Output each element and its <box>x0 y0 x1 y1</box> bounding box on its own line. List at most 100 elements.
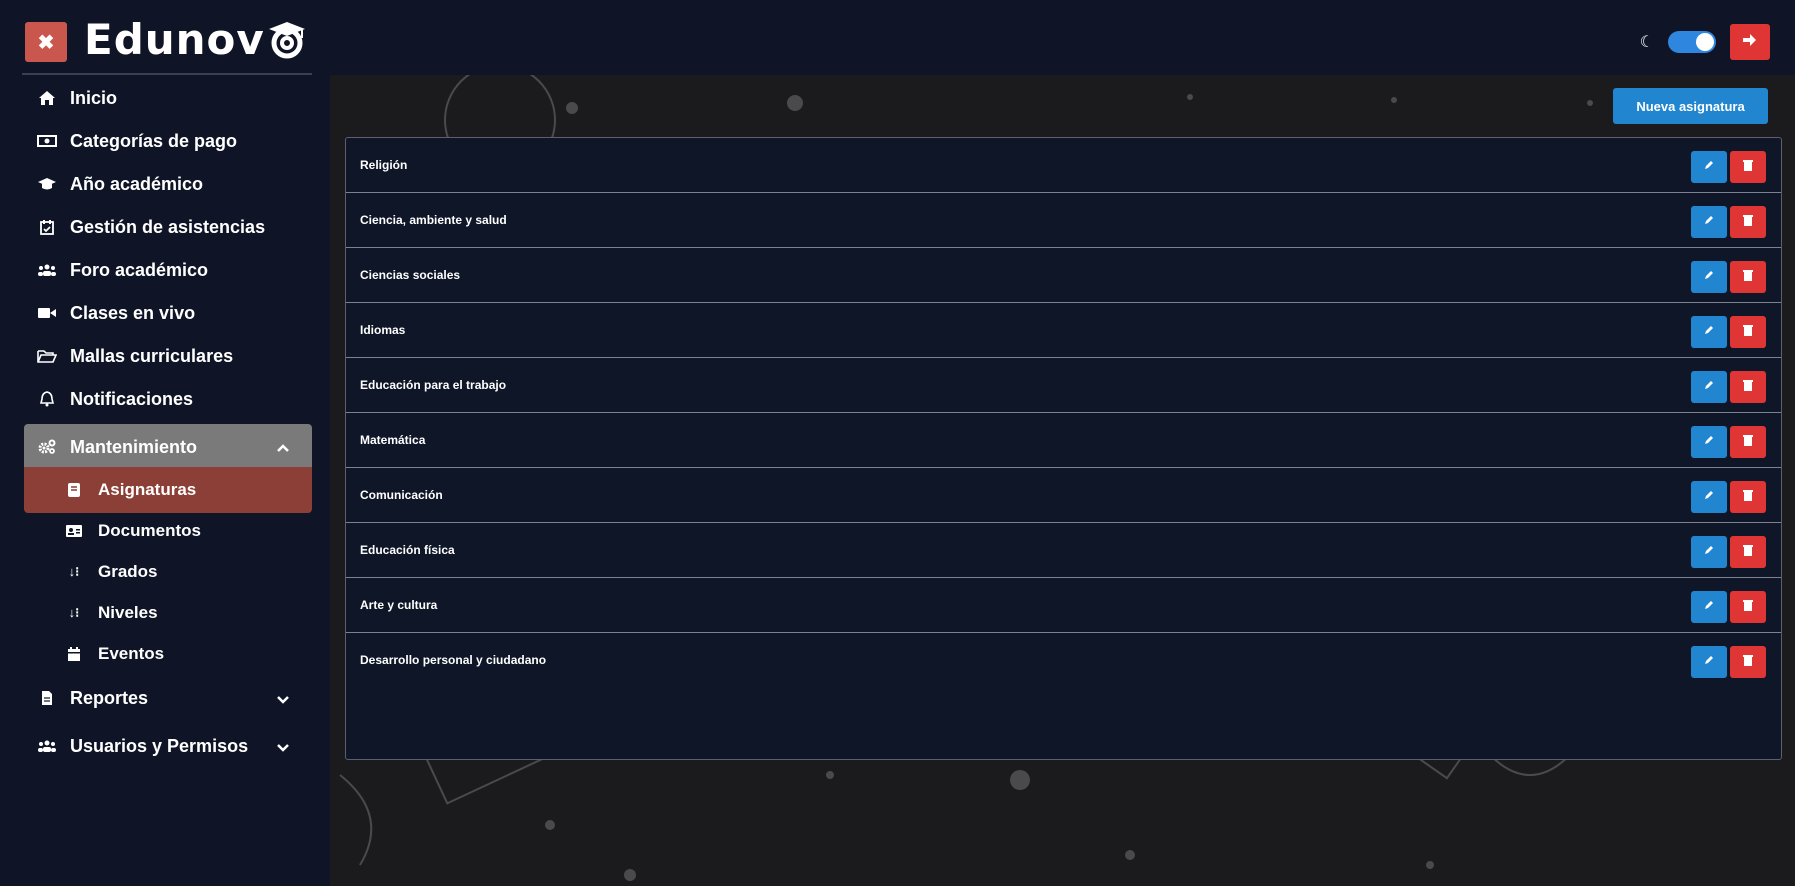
delete-button[interactable] <box>1730 261 1766 293</box>
row-actions <box>1691 151 1766 183</box>
sidebar-item-label: Usuarios y Permisos <box>70 735 249 756</box>
trash-icon <box>1743 378 1753 396</box>
chevron-up-icon <box>276 437 290 458</box>
cogs-icon <box>36 439 58 455</box>
sidebar-subitem-grados[interactable]: ↓⁝ Grados <box>24 549 312 595</box>
subject-name: Comunicación <box>360 488 443 502</box>
sidebar-item-foro-academico[interactable]: Foro académico <box>24 247 312 293</box>
sidebar-subitem-documentos[interactable]: Documentos <box>24 508 312 554</box>
trash-icon <box>1743 653 1753 671</box>
delete-button[interactable] <box>1730 151 1766 183</box>
toggle-knob <box>1696 33 1714 51</box>
edit-button[interactable] <box>1691 481 1727 513</box>
row-actions <box>1691 646 1766 678</box>
sidebar-item-label: Mallas curriculares <box>70 345 234 366</box>
edit-button[interactable] <box>1691 206 1727 238</box>
main-content: Nueva asignatura Religión Ciencia, ambie… <box>330 75 1795 886</box>
graduation-cap-icon <box>36 177 58 191</box>
top-bar: ✖ Edunov ☾ <box>0 0 1795 75</box>
sidebar-item-gestion-de-asistencias[interactable]: Gestión de asistencias <box>24 204 312 250</box>
sidebar-item-label: Clases en vivo <box>70 302 196 323</box>
sidebar-item-label: Año académico <box>70 173 204 194</box>
row-actions <box>1691 371 1766 403</box>
subject-name: Matemática <box>360 433 426 447</box>
delete-button[interactable] <box>1730 316 1766 348</box>
chevron-down-icon <box>276 688 290 709</box>
pencil-icon <box>1703 378 1715 396</box>
trash-icon <box>1743 598 1753 616</box>
close-sidebar-button[interactable]: ✖ <box>25 22 67 62</box>
logout-button[interactable] <box>1730 24 1770 60</box>
sidebar-item-mallas-curriculares[interactable]: Mallas curriculares <box>24 333 312 379</box>
sort-numeric-down-icon: ↓⁝ <box>68 564 80 579</box>
list-item: Matemática <box>346 413 1781 468</box>
subject-name: Educación física <box>360 543 455 557</box>
pencil-icon <box>1703 598 1715 616</box>
pencil-icon <box>1703 543 1715 561</box>
sidebar-subitem-asignaturas[interactable]: Asignaturas <box>24 467 312 513</box>
sidebar-item-categorias-de-pago[interactable]: Categorías de pago <box>24 118 312 164</box>
pencil-icon <box>1703 653 1715 671</box>
sidebar-group-mantenimiento[interactable]: Mantenimiento <box>24 424 312 470</box>
edit-button[interactable] <box>1691 371 1727 403</box>
sidebar-item-label: Categorías de pago <box>70 130 238 151</box>
row-actions <box>1691 536 1766 568</box>
pencil-icon <box>1703 323 1715 341</box>
at-graduation-cap-icon <box>267 20 309 60</box>
edit-button[interactable] <box>1691 261 1727 293</box>
users-icon <box>36 264 58 276</box>
subject-name: Educación para el trabajo <box>360 378 507 392</box>
delete-button[interactable] <box>1730 591 1766 623</box>
delete-button[interactable] <box>1730 426 1766 458</box>
list-item: Comunicación <box>346 468 1781 523</box>
sidebar-item-inicio[interactable]: Inicio <box>24 75 312 121</box>
sidebar-subitem-label: Eventos <box>98 644 165 663</box>
delete-button[interactable] <box>1730 646 1766 678</box>
delete-button[interactable] <box>1730 371 1766 403</box>
trash-icon <box>1743 488 1753 506</box>
row-actions <box>1691 591 1766 623</box>
top-right-controls: ☾ <box>1640 24 1770 60</box>
subjects-list: Religión Ciencia, ambiente y salud Cienc… <box>345 137 1782 760</box>
subject-name: Idiomas <box>360 323 406 337</box>
edit-button[interactable] <box>1691 646 1727 678</box>
trash-icon <box>1743 213 1753 231</box>
list-item: Ciencia, ambiente y salud <box>346 193 1781 248</box>
sidebar-item-notificaciones[interactable]: Notificaciones <box>24 376 312 422</box>
trash-icon <box>1743 158 1753 176</box>
edit-button[interactable] <box>1691 536 1727 568</box>
calendar-icon <box>64 646 84 662</box>
edit-button[interactable] <box>1691 151 1727 183</box>
app-logo: Edunov <box>84 12 309 67</box>
sidebar-subitem-label: Documentos <box>98 521 201 540</box>
sidebar-item-label: Reportes <box>70 687 149 708</box>
list-item: Educación para el trabajo <box>346 358 1781 413</box>
sidebar-item-ano-academico[interactable]: Año académico <box>24 161 312 207</box>
sidebar: Inicio Categorías de pago Año académico … <box>0 75 330 886</box>
sidebar-group-reportes[interactable]: Reportes <box>24 675 312 721</box>
close-icon: ✖ <box>37 31 55 54</box>
delete-button[interactable] <box>1730 206 1766 238</box>
pencil-icon <box>1703 268 1715 286</box>
subject-name: Ciencia, ambiente y salud <box>360 213 507 227</box>
subject-name: Desarrollo personal y ciudadano <box>360 653 547 667</box>
list-item: Desarrollo personal y ciudadano <box>346 633 1781 687</box>
subject-name: Ciencias sociales <box>360 268 461 282</box>
sidebar-subitem-label: Grados <box>98 562 158 581</box>
delete-button[interactable] <box>1730 536 1766 568</box>
new-subject-button[interactable]: Nueva asignatura <box>1613 88 1768 124</box>
trash-icon <box>1743 543 1753 561</box>
edit-button[interactable] <box>1691 591 1727 623</box>
edit-button[interactable] <box>1691 426 1727 458</box>
trash-icon <box>1743 433 1753 451</box>
sidebar-subitem-niveles[interactable]: ↓⁝ Niveles <box>24 590 312 636</box>
sidebar-subitem-eventos[interactable]: Eventos <box>24 631 312 677</box>
delete-button[interactable] <box>1730 481 1766 513</box>
sidebar-item-clases-en-vivo[interactable]: Clases en vivo <box>24 290 312 336</box>
list-item: Educación física <box>346 523 1781 578</box>
edit-button[interactable] <box>1691 316 1727 348</box>
row-actions <box>1691 426 1766 458</box>
sidebar-group-usuarios-y-permisos[interactable]: Usuarios y Permisos <box>24 723 312 769</box>
pencil-icon <box>1703 488 1715 506</box>
dark-mode-toggle[interactable] <box>1668 31 1716 53</box>
